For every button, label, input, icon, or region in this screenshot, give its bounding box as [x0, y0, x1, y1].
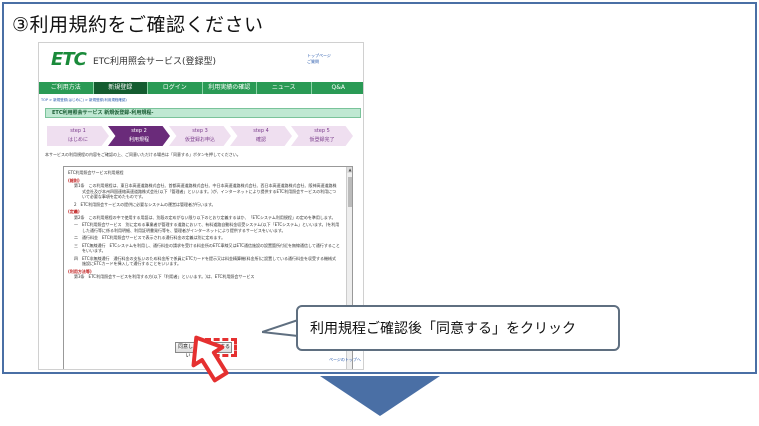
scroll-up-icon[interactable]: ▲ [347, 167, 352, 173]
step-3-name: 仮登録お申込 [184, 137, 215, 143]
terms-content: ETC利用照会サービス利用規程 (総則) 第1条 この利用規程は、東日本高速道路… [68, 170, 340, 282]
step-4: step 4 確認 [230, 126, 292, 146]
section-banner: ETC利用照会サービス 新規仮登録-利用規程- [45, 108, 361, 118]
step-5-num: step 5 [314, 128, 330, 134]
step-3-num: step 3 [192, 128, 208, 134]
step-1-num: step 1 [70, 128, 86, 134]
step-2: step 2 利用規程 [108, 126, 170, 146]
terms-def-2: 二 通行料金 ETC利用照会サービスで表示される通行料金の定義は別に定めます。 [74, 235, 226, 240]
nav-tab-news[interactable]: ニュース [257, 82, 312, 94]
nav-tab-usage[interactable]: ご利用方法 [39, 82, 94, 94]
etc-logo[interactable]: ETC [51, 49, 87, 70]
site-title: ETC利用照会サービス(登録型) [93, 57, 216, 67]
cursor-arrow-icon [191, 335, 229, 383]
terms-article-1-2: 2 ETC利用照会サービスの提供に必要なシステムの運営は管理者が行います。 [74, 201, 216, 207]
tutorial-slide: ③利用規約をご確認ください ETC ETC利用照会サービス(登録型) トップペー… [0, 0, 759, 426]
header-link-faq[interactable]: ご質問 [307, 59, 331, 65]
nav-tab-login[interactable]: ログイン [148, 82, 203, 94]
step-4-num: step 4 [253, 128, 269, 134]
site-header: ETC ETC利用照会サービス(登録型) トップページ ご質問 [39, 43, 363, 75]
terms-def-3: 三 ETC無線通行 ETCシステムを利用し、通行料金の請求を受ける料金所のETC… [74, 242, 340, 254]
terms-article-3: 第3条 ETC利用照会サービスを利用する方(以下「利用者」といいます。)は、ET… [74, 274, 255, 279]
callout-text: 利用規程ご確認後「同意する」をクリック [310, 321, 576, 337]
step-5-name: 仮登録完了 [309, 137, 335, 143]
step-2-num: step 2 [131, 128, 147, 134]
scroll-thumb[interactable] [348, 177, 352, 207]
instruction-callout: 利用規程ご確認後「同意する」をクリック [296, 305, 620, 351]
header-links: トップページ ご質問 [307, 53, 331, 65]
step-5: step 5 仮登録完了 [291, 126, 353, 146]
nav-tab-qa[interactable]: Q&A [312, 82, 364, 94]
breadcrumb[interactable]: TOP > 新規登録(はじめに) > 新規登録(利用規程確認) [41, 98, 127, 103]
terms-article-1: 第1条 この利用規程は、東日本高速道路株式会社、首都高速道路株式会社、中日本高速… [74, 183, 337, 199]
down-arrow-icon [320, 376, 440, 416]
terms-def-1: 一 ETC利用照会サービス 別に定める事業者が管理する道路において、有料道路自動… [74, 222, 340, 233]
step-2-name: 利用規程 [128, 137, 149, 143]
step-heading: ③利用規約をご確認ください [12, 14, 264, 36]
terms-article-2: 第2条 この利用規程の中で使用する用語は、別段の定めがない限り以下のとおり定義す… [74, 214, 336, 220]
instruction-text: 本サービスの利用規程の内容をご確認の上、ご同意いただける場合は「同意する」ボタン… [45, 152, 241, 157]
step-1: step 1 はじめに [47, 126, 109, 146]
nav-tab-register[interactable]: 新規登録 [93, 82, 148, 94]
nav-tab-history[interactable]: 利用実績の確認 [203, 82, 257, 94]
step-indicator: step 1 はじめに step 2 利用規程 step 3 仮登録お申込 st… [47, 126, 357, 146]
page-top-link[interactable]: ページのトップへ [329, 357, 361, 363]
step-4-name: 確認 [255, 137, 266, 143]
terms-def-4: 四 ETC非無線通行 通行料金の支払いのため料金所で係員にETCカードを提示又は… [74, 255, 337, 267]
terms-title: ETC利用照会サービス利用規程 [68, 170, 124, 175]
main-nav: ご利用方法 新規登録 ログイン 利用実績の確認 ニュース Q&A [39, 82, 364, 94]
step-3: step 3 仮登録お申込 [169, 126, 231, 146]
scroll-down-icon[interactable]: ▼ [347, 369, 353, 370]
step-1-name: はじめに [67, 137, 88, 143]
